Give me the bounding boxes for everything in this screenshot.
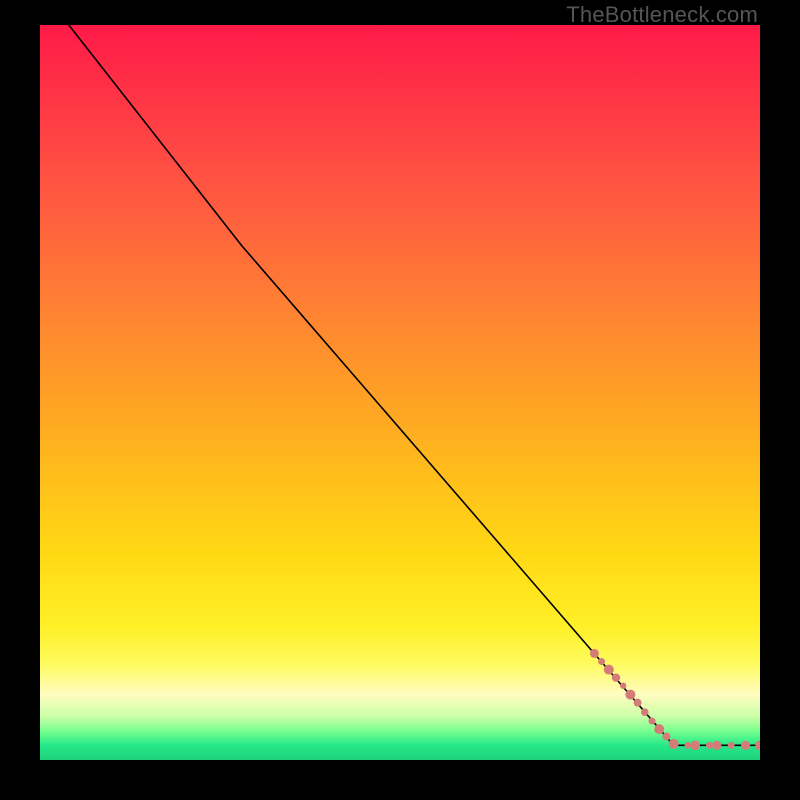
marker-dot [741, 741, 750, 750]
marker-dot [649, 718, 656, 725]
marker-dot [620, 683, 626, 689]
marker-dot [706, 742, 713, 749]
marker-dot [662, 732, 670, 740]
marker-dot [755, 741, 760, 751]
chart-frame: TheBottleneck.com [0, 0, 800, 800]
marker-dot [590, 649, 599, 658]
marker-dot [612, 673, 620, 681]
marker-dot [625, 690, 635, 700]
marker-dot [634, 699, 642, 707]
marker-dot [669, 739, 679, 749]
marker-dot [598, 658, 605, 665]
plot-area [40, 25, 760, 760]
curve-line [69, 25, 760, 745]
marker-dot [604, 665, 614, 675]
marker-dot [712, 741, 721, 750]
marker-dot [654, 724, 664, 734]
plot-svg [40, 25, 760, 760]
marker-dot [728, 742, 735, 749]
marker-dot [685, 742, 692, 749]
marker-dot [690, 741, 700, 751]
marker-dot [641, 708, 649, 716]
end-markers [590, 649, 760, 750]
